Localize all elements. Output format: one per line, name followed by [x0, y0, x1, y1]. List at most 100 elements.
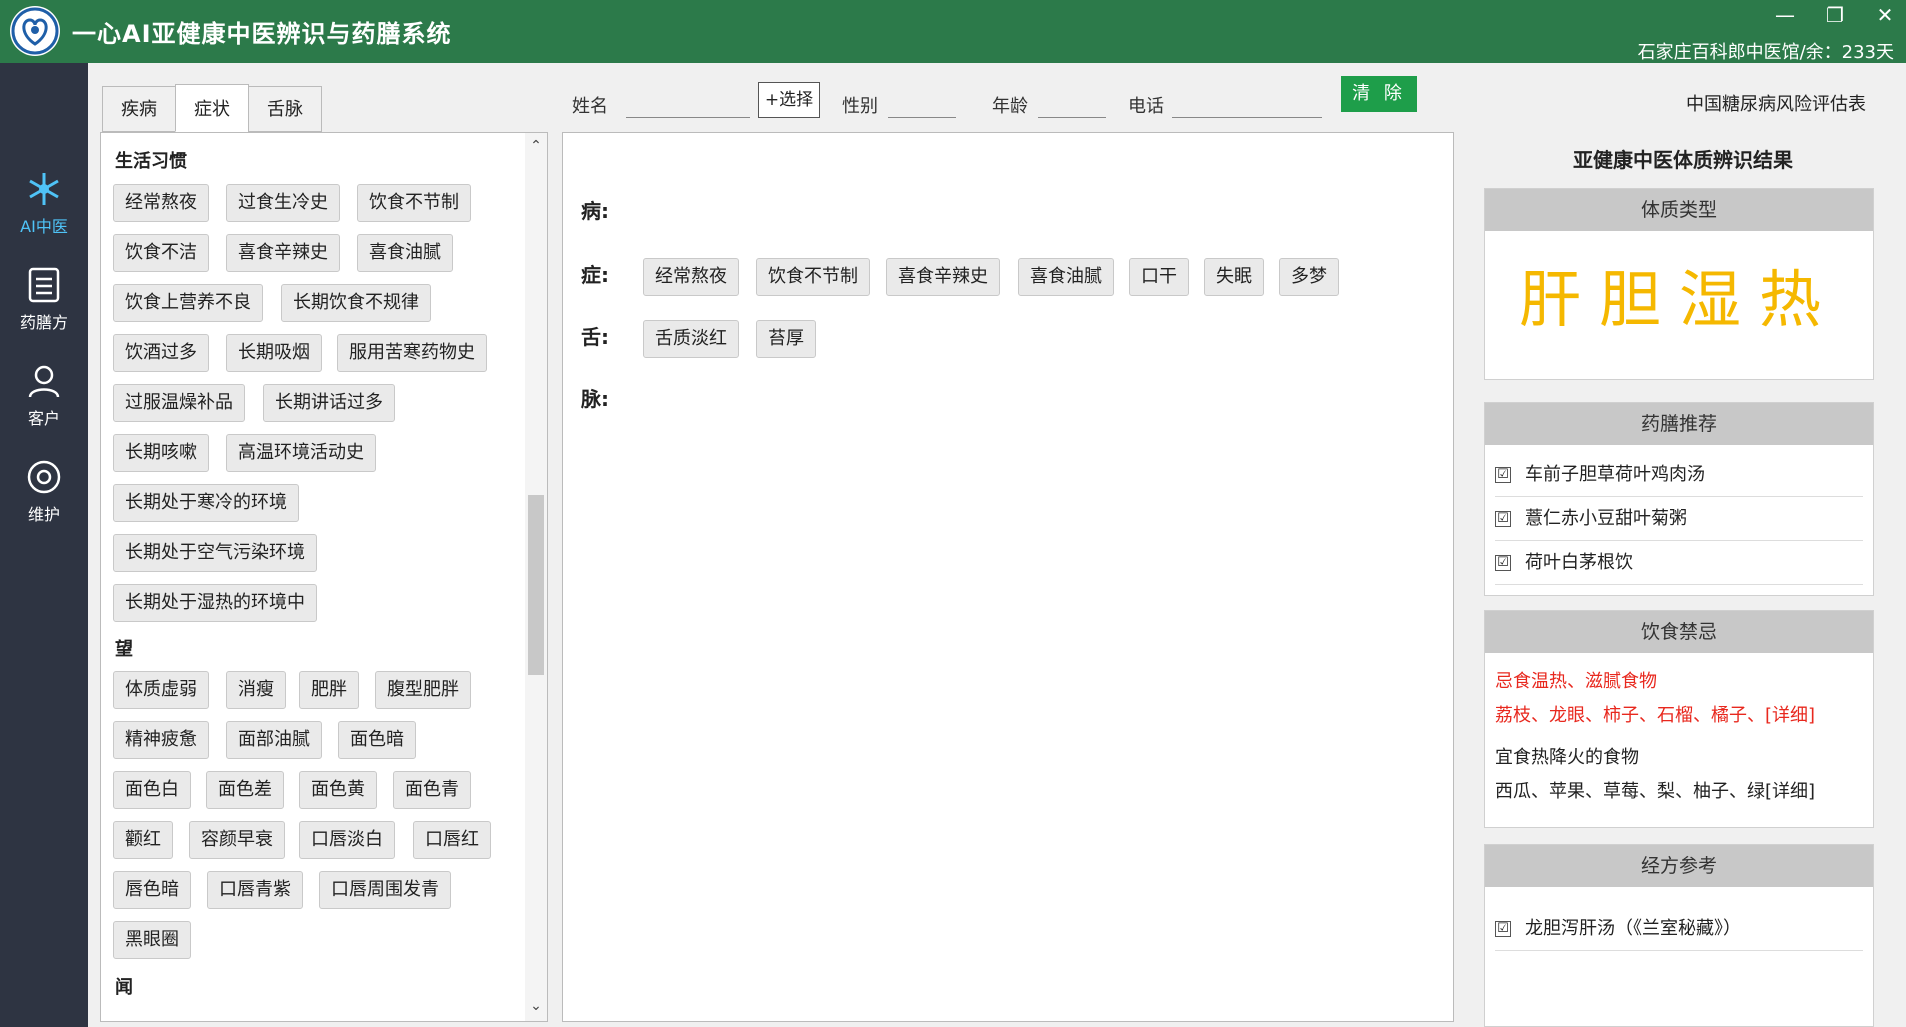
sidebar-item-label: 维护: [27, 505, 60, 524]
selected-symptom-chip[interactable]: 经常熬夜: [643, 258, 739, 296]
user-icon: [28, 365, 60, 398]
age-input[interactable]: [1038, 88, 1106, 118]
symptom-chip[interactable]: 长期饮食不规律: [281, 284, 431, 322]
diabetes-risk-link[interactable]: 中国糖尿病风险评估表: [1686, 90, 1866, 116]
tab-tongue-pulse[interactable]: 舌脉: [248, 86, 322, 132]
selected-tongue-chip[interactable]: 舌质淡红: [643, 320, 739, 358]
selected-symptom-chip[interactable]: 失眠: [1204, 258, 1264, 296]
symptom-chip[interactable]: 饮食不洁: [113, 234, 209, 272]
formula-item[interactable]: ☑ 龙胆泻肝汤（《兰室秘藏》）: [1495, 907, 1863, 951]
minimize-icon[interactable]: —: [1774, 4, 1796, 26]
name-label: 姓名: [572, 96, 608, 117]
symptom-chip[interactable]: 高温环境活动史: [226, 434, 376, 472]
select-customer-button[interactable]: +选择: [758, 82, 820, 118]
symptom-chip[interactable]: 腹型肥胖: [375, 671, 471, 709]
symptom-scrollbar[interactable]: ⌃ ⌄: [525, 133, 547, 1021]
scroll-up-icon[interactable]: ⌃: [525, 135, 547, 157]
symptom-chip[interactable]: 面色青: [393, 771, 471, 809]
recipe-item[interactable]: ☑ 车前子胆草荷叶鸡肉汤: [1495, 453, 1863, 497]
diet-header: 饮食禁忌: [1485, 611, 1873, 653]
symptom-chip[interactable]: 肥胖: [299, 671, 359, 709]
avoid-foods-list[interactable]: 荔枝、龙眼、柿子、石榴、橘子、[详细]: [1495, 699, 1863, 733]
license-info: 石家庄百科郎中医馆/余：233天: [1637, 42, 1894, 63]
symptom-chip[interactable]: 口唇淡白: [299, 821, 395, 859]
suitable-foods-list[interactable]: 西瓜、苹果、草莓、梨、柚子、绿[详细]: [1495, 775, 1863, 809]
symptom-chip[interactable]: 面色差: [206, 771, 284, 809]
scroll-down-icon[interactable]: ⌄: [525, 995, 547, 1017]
close-icon[interactable]: ✕: [1874, 4, 1896, 26]
phone-input[interactable]: [1172, 88, 1322, 118]
ai-spark-icon: [29, 173, 59, 205]
symptom-chip[interactable]: 长期吸烟: [226, 334, 322, 372]
pulse-row-label: 脉:: [581, 387, 609, 411]
section-title-listen: 闻: [115, 977, 133, 998]
sidebar-item-recipes[interactable]: 药膳方: [0, 255, 88, 345]
section-title-observe: 望: [115, 639, 133, 660]
symptom-chip[interactable]: 唇色暗: [113, 871, 191, 909]
symptom-chip[interactable]: 面色暗: [338, 721, 416, 759]
constitution-type: 肝胆湿热: [1518, 263, 1839, 336]
symptom-chip[interactable]: 过食生冷史: [226, 184, 340, 222]
scroll-thumb[interactable]: [528, 495, 544, 675]
symptom-chip[interactable]: 经常熬夜: [113, 184, 209, 222]
symptom-chip[interactable]: 长期处于寒冷的环境: [113, 484, 299, 522]
symptom-chip[interactable]: 消瘦: [226, 671, 286, 709]
checkbox-checked-icon[interactable]: ☑: [1495, 920, 1511, 937]
tab-disease[interactable]: 疾病: [102, 86, 176, 132]
symptom-chip[interactable]: 服用苦寒药物史: [337, 334, 487, 372]
selected-symptom-chip[interactable]: 饮食不节制: [756, 258, 870, 296]
symptom-chip[interactable]: 口唇青紫: [207, 871, 303, 909]
name-input[interactable]: [626, 88, 750, 118]
recipe-item[interactable]: ☑ 荷叶白茅根饮: [1495, 541, 1863, 585]
sidebar-item-label: 客户: [27, 409, 60, 428]
symptom-chip[interactable]: 口唇周围发青: [319, 871, 451, 909]
selected-symptom-chip[interactable]: 喜食辛辣史: [886, 258, 1000, 296]
constitution-header: 体质类型: [1485, 189, 1873, 231]
checkbox-checked-icon[interactable]: ☑: [1495, 466, 1511, 483]
clear-button[interactable]: 清 除: [1341, 76, 1417, 112]
symptom-chip[interactable]: 面色黄: [299, 771, 377, 809]
symptom-chip[interactable]: 喜食辛辣史: [226, 234, 340, 272]
symptom-chip[interactable]: 长期讲话过多: [263, 384, 395, 422]
symptom-chip[interactable]: 体质虚弱: [113, 671, 209, 709]
gender-label: 性别: [842, 96, 878, 117]
sidebar-item-ai[interactable]: AI中医: [0, 159, 88, 249]
tab-symptom[interactable]: 症状: [175, 84, 249, 132]
formula-name: 龙胆泻肝汤（《兰室秘藏》）: [1525, 917, 1741, 939]
checkbox-checked-icon[interactable]: ☑: [1495, 554, 1511, 571]
symptom-chip[interactable]: 过服温燥补品: [113, 384, 245, 422]
symptom-chip[interactable]: 长期处于空气污染环境: [113, 534, 317, 572]
sidebar-item-label: 药膳方: [19, 313, 68, 332]
app-title: 一心AI亚健康中医辨识与药膳系统: [72, 20, 452, 48]
symptom-chip[interactable]: 喜食油腻: [357, 234, 453, 272]
recipe-box: 药膳推荐 ☑ 车前子胆草荷叶鸡肉汤 ☑ 薏仁赤小豆甜叶菊粥 ☑ 荷叶白茅根饮: [1484, 402, 1874, 596]
selected-panel: 病: 症: 舌: 脉: 经常熬夜 饮食不节制 喜食辛辣史 喜食油腻 口干 失眠 …: [562, 132, 1454, 1022]
sidebar-item-maintenance[interactable]: 维护: [0, 447, 88, 537]
symptom-chip[interactable]: 饮食不节制: [357, 184, 471, 222]
symptom-chip[interactable]: 饮酒过多: [113, 334, 209, 372]
recipe-header: 药膳推荐: [1485, 403, 1873, 445]
symptom-chip[interactable]: 黑眼圈: [113, 921, 191, 959]
checkbox-checked-icon[interactable]: ☑: [1495, 510, 1511, 527]
symptom-chip[interactable]: 面色白: [113, 771, 191, 809]
symptom-chip[interactable]: 饮食上营养不良: [113, 284, 263, 322]
symptom-chip[interactable]: 长期咳嗽: [113, 434, 209, 472]
symptom-chip[interactable]: 颧红: [113, 821, 173, 859]
symptom-chip[interactable]: 口唇红: [413, 821, 491, 859]
recipe-item[interactable]: ☑ 薏仁赤小豆甜叶菊粥: [1495, 497, 1863, 541]
symptom-chip[interactable]: 精神疲惫: [113, 721, 209, 759]
sidebar-item-label: AI中医: [20, 217, 68, 236]
gender-input[interactable]: [888, 88, 956, 118]
maximize-icon[interactable]: ❐: [1824, 4, 1846, 26]
symptom-chip[interactable]: 容颜早衰: [189, 821, 285, 859]
suitable-foods-title: 宜食热降火的食物: [1495, 747, 1639, 768]
selected-symptom-chip[interactable]: 多梦: [1279, 258, 1339, 296]
selected-tongue-chip[interactable]: 苔厚: [756, 320, 816, 358]
symptom-row-label: 症:: [581, 263, 609, 287]
symptom-chip[interactable]: 长期处于湿热的环境中: [113, 584, 317, 622]
constitution-box: 体质类型 肝胆湿热: [1484, 188, 1874, 380]
symptom-chip[interactable]: 面部油腻: [226, 721, 322, 759]
sidebar-item-customers[interactable]: 客户: [0, 351, 88, 441]
selected-symptom-chip[interactable]: 喜食油腻: [1018, 258, 1114, 296]
selected-symptom-chip[interactable]: 口干: [1129, 258, 1189, 296]
